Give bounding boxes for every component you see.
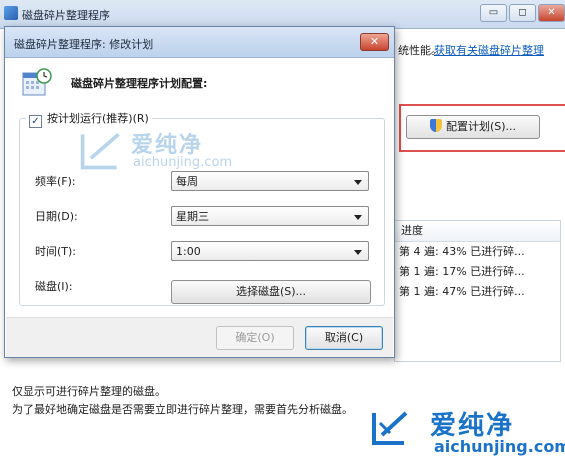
watermark-logo: 爱纯净 aichunjing.com [368,405,565,457]
disks-label: 磁盘(I): [35,280,73,293]
time-value: 1:00 [176,245,201,258]
chevron-down-icon [354,180,362,185]
dialog-body: 磁盘碎片整理程序计划配置: ✓ 按计划运行(推荐)(R) 频率(F): 每周 日期… [6,58,393,318]
configure-schedule-label: 配置计划(S)... [445,120,517,133]
time-label: 时间(T): [35,245,77,258]
select-disks-button[interactable]: 选择磁盘(S)... [171,280,371,304]
run-on-schedule-label: 按计划运行(推荐)(R) [47,112,149,125]
list-item[interactable]: 第 1 遍: 17% 已进行碎... [395,262,560,282]
frequency-label: 频率(F): [35,175,76,188]
minimize-button[interactable]: ▭ [480,4,507,22]
maximize-button[interactable]: ◻ [509,4,536,22]
list-item[interactable]: 第 4 遍: 43% 已进行碎... [395,242,560,262]
watermark-brand-url: aichunjing.com [133,155,233,170]
brand-logo-icon [80,132,120,170]
watermark-brand-url: aichunjing.com [434,437,565,456]
brand-logo-icon [372,411,408,445]
dialog-titlebar: 磁盘碎片整理程序: 修改计划 ✕ [5,27,394,58]
chevron-down-icon [354,215,362,220]
modify-schedule-dialog: 磁盘碎片整理程序: 修改计划 ✕ 磁盘碎片整理程序计划配置: ✓ 按计划运行(推荐… [4,26,395,358]
day-value: 星期三 [176,210,209,223]
dialog-title: 磁盘碎片整理程序: 修改计划 [14,38,154,51]
time-select[interactable]: 1:00 [171,241,369,261]
configure-schedule-button[interactable]: 配置计划(S)... [406,115,540,139]
calendar-clock-icon [22,68,52,96]
progress-column-header[interactable]: 进度 [395,221,560,242]
day-label: 日期(D): [35,210,78,223]
cancel-button[interactable]: 取消(C) [305,326,383,350]
defrag-app-icon [4,6,18,20]
footer-note-2: 为了最好地确定磁盘是否需要立即进行碎片整理，需要首先分析磁盘。 [12,403,353,416]
day-select[interactable]: 星期三 [171,206,369,226]
close-button[interactable]: ✕ [538,4,565,22]
help-link[interactable]: 获取有关磁盘碎片整理 [434,42,544,58]
back-window-titlebar: 磁盘碎片整理程序 ▭ ◻ ✕ [0,0,565,29]
watermark-overlay: 爱纯净 aichunjing.com [78,127,232,182]
schedule-config-heading: 磁盘碎片整理程序计划配置: [71,77,208,90]
dialog-close-button[interactable]: ✕ [360,33,389,51]
footer-note-1: 仅显示可进行碎片整理的磁盘。 [12,385,166,398]
back-window-title: 磁盘碎片整理程序 [22,9,110,22]
disk-list[interactable]: 进度 第 4 遍: 43% 已进行碎... 第 1 遍: 17% 已进行碎...… [394,220,561,362]
dialog-footer: 确定(O) 取消(C) [6,317,393,357]
checkmark-icon: ✓ [29,115,42,128]
run-on-schedule-checkbox[interactable]: ✓ 按计划运行(推荐)(R) [26,111,152,128]
chevron-down-icon [354,250,362,255]
list-item[interactable]: 第 1 遍: 47% 已进行碎... [395,282,560,302]
ok-button[interactable]: 确定(O) [216,326,294,350]
uac-shield-icon [429,119,442,132]
